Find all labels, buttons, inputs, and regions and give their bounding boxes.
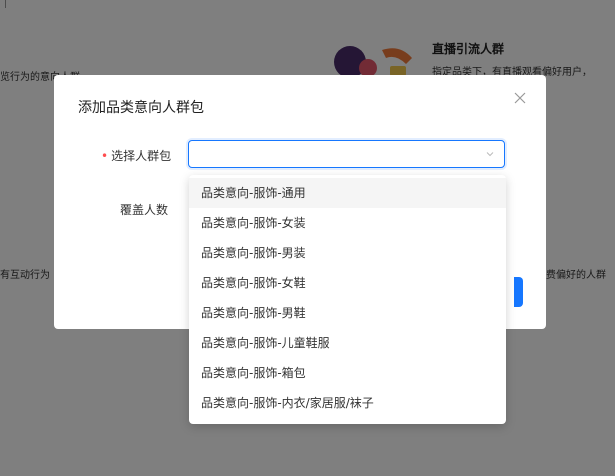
dropdown-option[interactable]: 品类意向-服饰-儿童鞋服 [189,328,506,358]
select-audience-label-text: 选择人群包 [111,149,172,163]
modal-title: 添加品类意向人群包 [78,100,204,116]
dropdown-option[interactable]: 品类意向-服饰-女装 [189,208,506,238]
dropdown-option[interactable]: 品类意向-服饰-通用 [189,178,506,208]
dropdown-option[interactable]: 品类意向-服饰-男装 [189,238,506,268]
audience-pack-dropdown: 品类意向-服饰-通用 品类意向-服饰-女装 品类意向-服饰-男装 品类意向-服饰… [189,175,506,424]
required-mark: • [101,149,109,163]
confirm-button[interactable] [514,277,523,307]
chevron-down-icon [486,152,494,157]
audience-pack-select[interactable] [188,140,505,168]
close-icon-glyph [514,92,526,104]
dropdown-option[interactable]: 品类意向-服饰-男鞋 [189,298,506,328]
dropdown-option[interactable]: 品类意向-服饰-女鞋 [189,268,506,298]
dropdown-option[interactable]: 品类意向-服饰-内衣/家居服/袜子 [189,388,506,418]
close-icon[interactable] [512,91,528,107]
dropdown-option[interactable]: 品类意向-服饰-箱包 [189,358,506,388]
select-audience-label: • 选择人群包 [101,147,171,164]
coverage-label: 覆盖人数 [120,203,169,217]
